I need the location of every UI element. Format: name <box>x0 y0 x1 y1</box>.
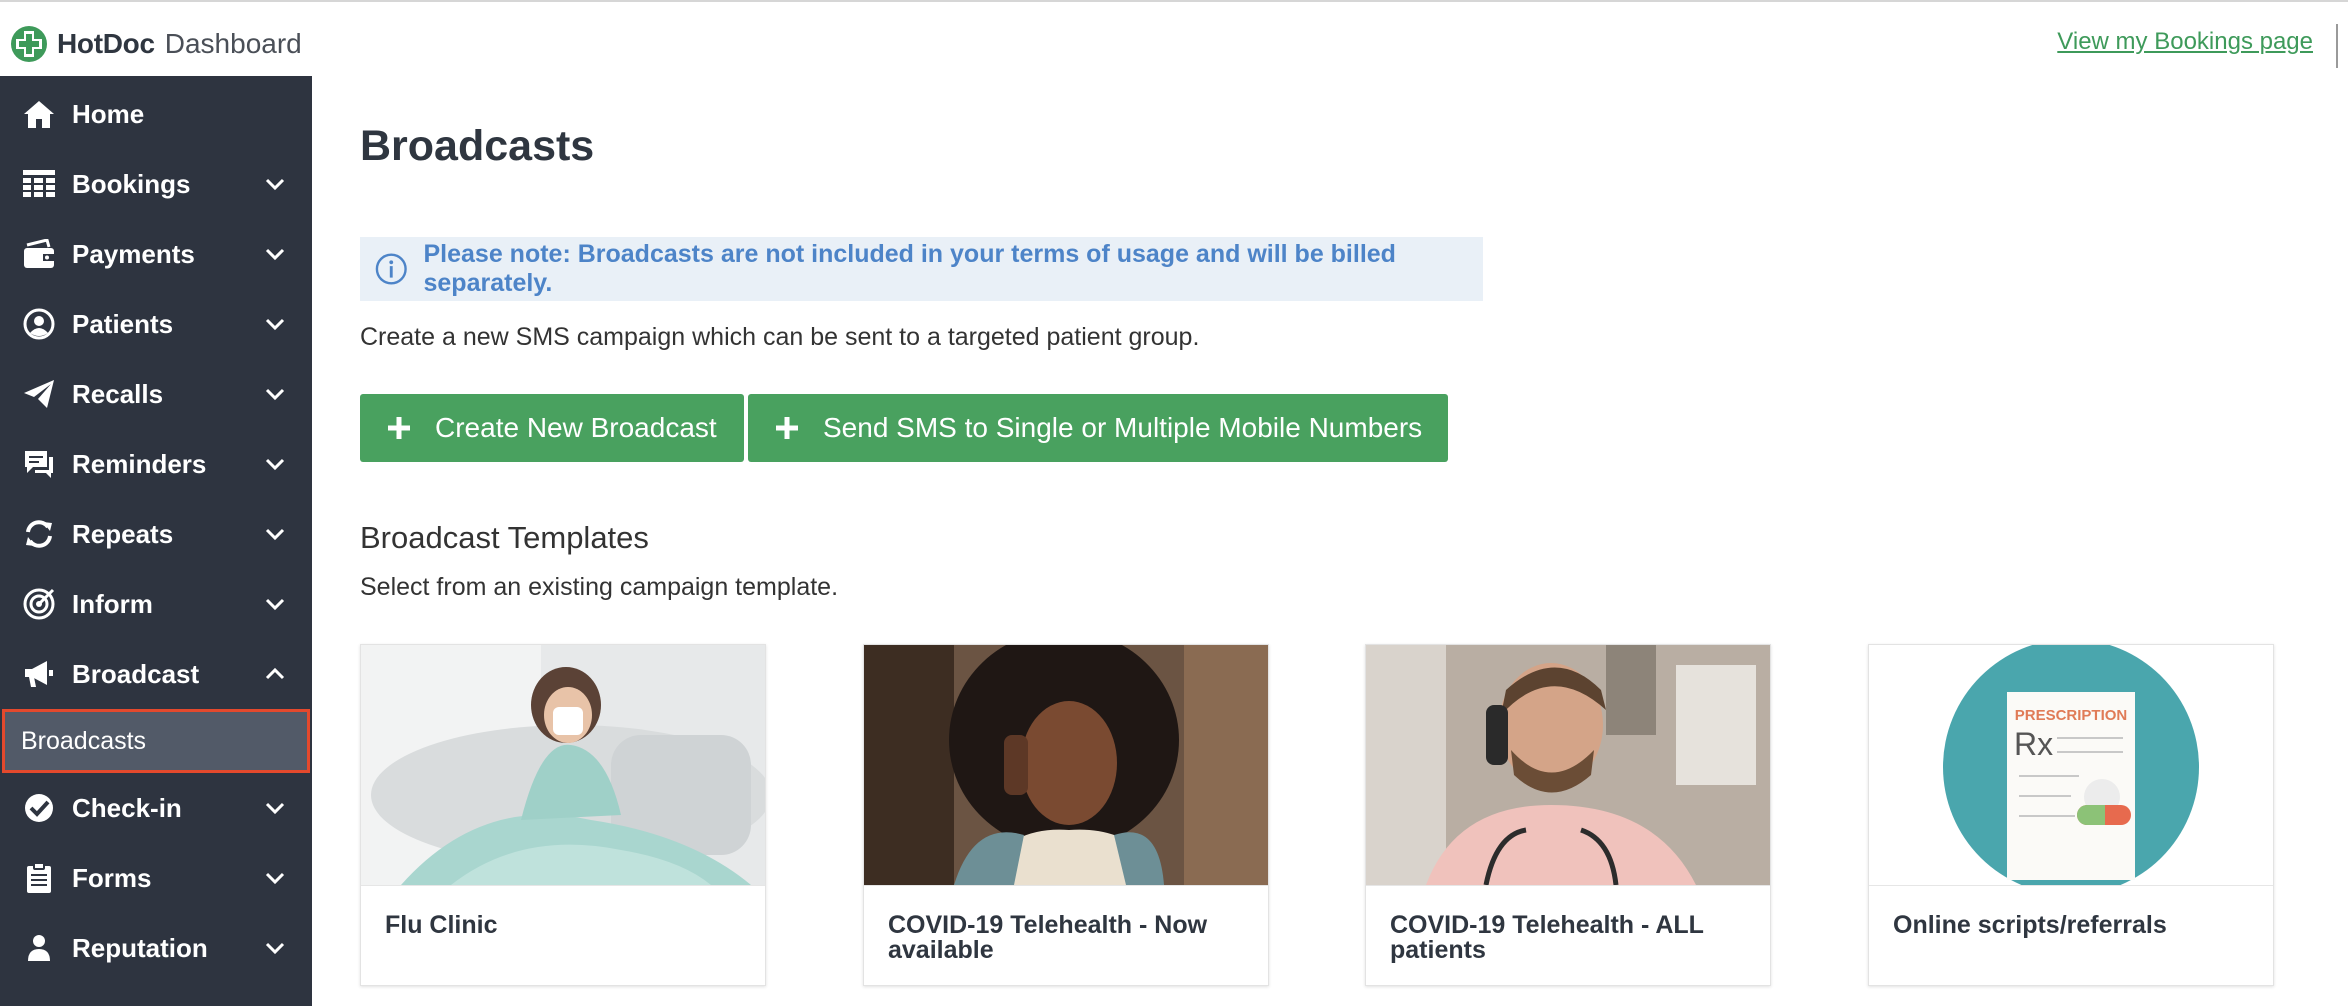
home-icon <box>22 97 56 131</box>
chevron-down-icon[interactable] <box>264 523 286 545</box>
button-label: Send SMS to Single or Multiple Mobile Nu… <box>823 412 1423 443</box>
brand-name: HotDoc <box>57 28 155 59</box>
sidebar-item-inform[interactable]: Inform <box>0 569 312 639</box>
create-new-broadcast-button[interactable]: Create New Broadcast <box>360 394 744 462</box>
templates-heading: Broadcast Templates <box>360 520 649 555</box>
rx-symbol: Rx <box>2014 726 2053 762</box>
chat-icon <box>22 447 56 481</box>
user-circle-icon <box>22 307 56 341</box>
button-label: Create New Broadcast <box>435 412 717 443</box>
sidebar-subitem-label: Broadcasts <box>21 726 147 755</box>
templates-description: Select from an existing campaign templat… <box>360 573 839 601</box>
main-content: Broadcasts Please note: Broadcasts are n… <box>360 76 2320 1006</box>
page-title: Broadcasts <box>360 122 595 170</box>
sidebar-item-broadcast[interactable]: Broadcast <box>0 639 312 709</box>
hotdoc-logo[interactable]: HotDoc Dashboard <box>10 24 302 64</box>
template-card-flu-clinic[interactable]: Flu Clinic <box>360 644 766 986</box>
chevron-down-icon[interactable] <box>264 593 286 615</box>
billing-notice: Please note: Broadcasts are not included… <box>360 237 1483 301</box>
sidebar-item-recalls[interactable]: Recalls <box>0 359 312 429</box>
person-icon <box>22 931 56 965</box>
hotdoc-cross-icon <box>11 26 47 62</box>
card-divider <box>1366 885 1770 886</box>
sidebar-item-bookings[interactable]: Bookings <box>0 149 312 219</box>
sidebar: Home Bookings Payments Patients Recalls … <box>0 76 312 1006</box>
sidebar-item-label: Broadcast <box>72 658 200 689</box>
plus-icon <box>776 417 798 439</box>
template-title: Flu Clinic <box>385 911 498 939</box>
page-description: Create a new SMS campaign which can be s… <box>360 323 1200 351</box>
chevron-down-icon[interactable] <box>264 313 286 335</box>
grid-icon <box>22 167 56 201</box>
top-bar: HotDoc Dashboard View my Bookings page <box>0 0 2348 76</box>
target-icon <box>22 587 56 621</box>
chevron-down-icon[interactable] <box>264 383 286 405</box>
template-image-flu <box>361 645 765 885</box>
chevron-up-icon[interactable] <box>264 663 286 685</box>
sync-icon <box>22 517 56 551</box>
send-sms-button[interactable]: Send SMS to Single or Multiple Mobile Nu… <box>748 394 1448 462</box>
template-title: COVID-19 Telehealth - Now available <box>888 911 1208 964</box>
product-name: Dashboard <box>164 28 302 59</box>
card-divider <box>1869 885 2273 886</box>
paper-plane-icon <box>22 377 56 411</box>
wallet-icon <box>22 237 56 271</box>
sidebar-item-label: Recalls <box>72 378 164 409</box>
template-image-telehealth-doctor <box>1366 645 1770 885</box>
card-divider <box>361 885 765 886</box>
sidebar-item-reputation[interactable]: Reputation <box>0 913 312 983</box>
sidebar-item-label: Reputation <box>72 932 208 963</box>
sidebar-item-label: Repeats <box>72 518 174 549</box>
sidebar-item-label: Forms <box>72 862 152 893</box>
check-circle-icon <box>22 791 56 825</box>
sidebar-item-forms[interactable]: Forms <box>0 843 312 913</box>
clipboard-icon <box>22 861 56 895</box>
sidebar-item-repeats[interactable]: Repeats <box>0 499 312 569</box>
template-title: Online scripts/referrals <box>1893 911 2167 939</box>
sidebar-item-label: Home <box>72 98 145 129</box>
info-icon <box>375 253 407 285</box>
plus-icon <box>388 417 410 439</box>
sidebar-item-check-in[interactable]: Check-in <box>0 773 312 843</box>
sidebar-item-patients[interactable]: Patients <box>0 289 312 359</box>
template-image-prescription: PRESCRIPTION Rx <box>1869 645 2273 885</box>
megaphone-icon <box>22 657 56 691</box>
sidebar-item-reminders[interactable]: Reminders <box>0 429 312 499</box>
header-divider <box>2336 24 2338 68</box>
sidebar-item-home[interactable]: Home <box>0 79 312 149</box>
chevron-down-icon[interactable] <box>264 867 286 889</box>
template-card-telehealth-now[interactable]: COVID-19 Telehealth - Now available <box>863 644 1269 986</box>
sidebar-subitem-broadcasts[interactable]: Broadcasts <box>2 709 310 773</box>
view-bookings-link[interactable]: View my Bookings page <box>2057 28 2313 56</box>
template-card-online-scripts[interactable]: PRESCRIPTION Rx Online scripts/referrals <box>1868 644 2274 986</box>
template-image-telehealth-woman <box>864 645 1268 885</box>
sidebar-item-payments[interactable]: Payments <box>0 219 312 289</box>
sidebar-item-label: Payments <box>72 238 195 269</box>
notice-text: Please note: Broadcasts are not included… <box>423 240 1396 297</box>
sidebar-item-label: Inform <box>72 588 153 619</box>
sidebar-item-label: Patients <box>72 308 174 339</box>
card-divider <box>864 885 1268 886</box>
chevron-down-icon[interactable] <box>264 173 286 195</box>
template-title: COVID-19 Telehealth - ALL patients <box>1390 911 1704 964</box>
chevron-down-icon[interactable] <box>264 243 286 265</box>
sidebar-item-label: Bookings <box>72 168 191 199</box>
prescription-label: PRESCRIPTION <box>2015 707 2128 724</box>
sidebar-item-label: Check-in <box>72 792 182 823</box>
sidebar-item-label: Reminders <box>72 448 207 479</box>
template-card-telehealth-all[interactable]: COVID-19 Telehealth - ALL patients <box>1365 644 1771 986</box>
chevron-down-icon[interactable] <box>264 797 286 819</box>
chevron-down-icon[interactable] <box>264 937 286 959</box>
chevron-down-icon[interactable] <box>264 453 286 475</box>
